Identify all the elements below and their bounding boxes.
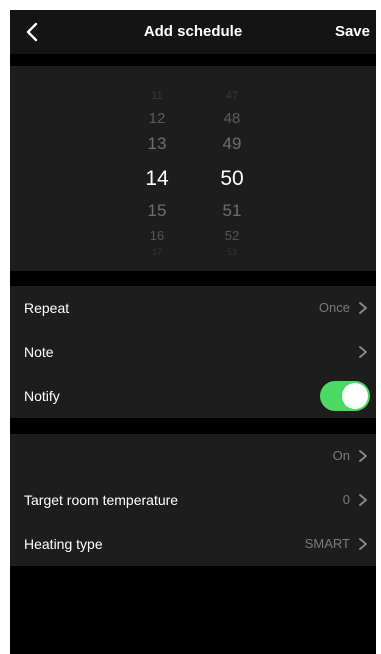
chevron-right-icon xyxy=(359,538,367,550)
note-label: Note xyxy=(24,344,54,360)
notify-toggle[interactable] xyxy=(320,381,370,411)
notify-label: Notify xyxy=(24,388,60,404)
minute-wheel[interactable]: 47 48 49 50 51 52 53 xyxy=(202,66,262,271)
repeat-row[interactable]: Repeat Once xyxy=(10,286,376,330)
hour-option[interactable]: 17 xyxy=(127,247,187,257)
note-row[interactable]: Note xyxy=(10,330,376,374)
hour-option[interactable]: 12 xyxy=(127,110,187,127)
notify-row: Notify xyxy=(10,374,376,418)
minute-option[interactable]: 52 xyxy=(202,228,262,243)
save-button[interactable]: Save xyxy=(335,10,370,54)
power-value: On xyxy=(332,448,350,463)
schedule-screen: Add schedule Save 11 12 13 14 15 16 17 4… xyxy=(10,10,376,654)
repeat-value: Once xyxy=(318,300,350,315)
hour-selected[interactable]: 14 xyxy=(127,167,187,191)
power-row[interactable]: On xyxy=(10,434,376,478)
minute-selected[interactable]: 50 xyxy=(202,167,262,191)
hour-wheel[interactable]: 11 12 13 14 15 16 17 xyxy=(127,66,187,271)
minute-option[interactable]: 53 xyxy=(202,247,262,257)
time-picker[interactable]: 11 12 13 14 15 16 17 47 48 49 50 51 52 5… xyxy=(10,66,376,271)
schedule-settings-group: Repeat Once Note Notify xyxy=(10,286,376,418)
hour-option[interactable]: 15 xyxy=(127,201,187,221)
nav-bar: Add schedule Save xyxy=(10,10,376,54)
page-title: Add schedule xyxy=(143,23,243,40)
chevron-right-icon xyxy=(359,494,367,506)
chevron-right-icon xyxy=(359,302,367,314)
minute-option[interactable]: 51 xyxy=(202,201,262,221)
chevron-right-icon xyxy=(359,346,367,358)
target-temperature-row[interactable]: Target room temperature 0 xyxy=(10,478,376,522)
target-temperature-label: Target room temperature xyxy=(24,492,179,508)
heating-type-label: Heating type xyxy=(24,536,103,552)
chevron-right-icon xyxy=(359,450,367,462)
minute-option[interactable]: 48 xyxy=(202,110,262,127)
minute-option[interactable]: 49 xyxy=(202,134,262,154)
device-settings-group: On Target room temperature 0 Heating typ… xyxy=(10,434,376,566)
hour-option[interactable]: 13 xyxy=(127,134,187,154)
hour-option[interactable]: 11 xyxy=(127,90,187,102)
repeat-label: Repeat xyxy=(24,300,70,316)
minute-option[interactable]: 47 xyxy=(202,90,262,102)
heating-type-row[interactable]: Heating type SMART xyxy=(10,522,376,566)
hour-option[interactable]: 16 xyxy=(127,228,187,243)
heating-type-value: SMART xyxy=(304,536,350,551)
target-temperature-value: 0 xyxy=(342,492,350,507)
toggle-knob xyxy=(342,383,368,409)
